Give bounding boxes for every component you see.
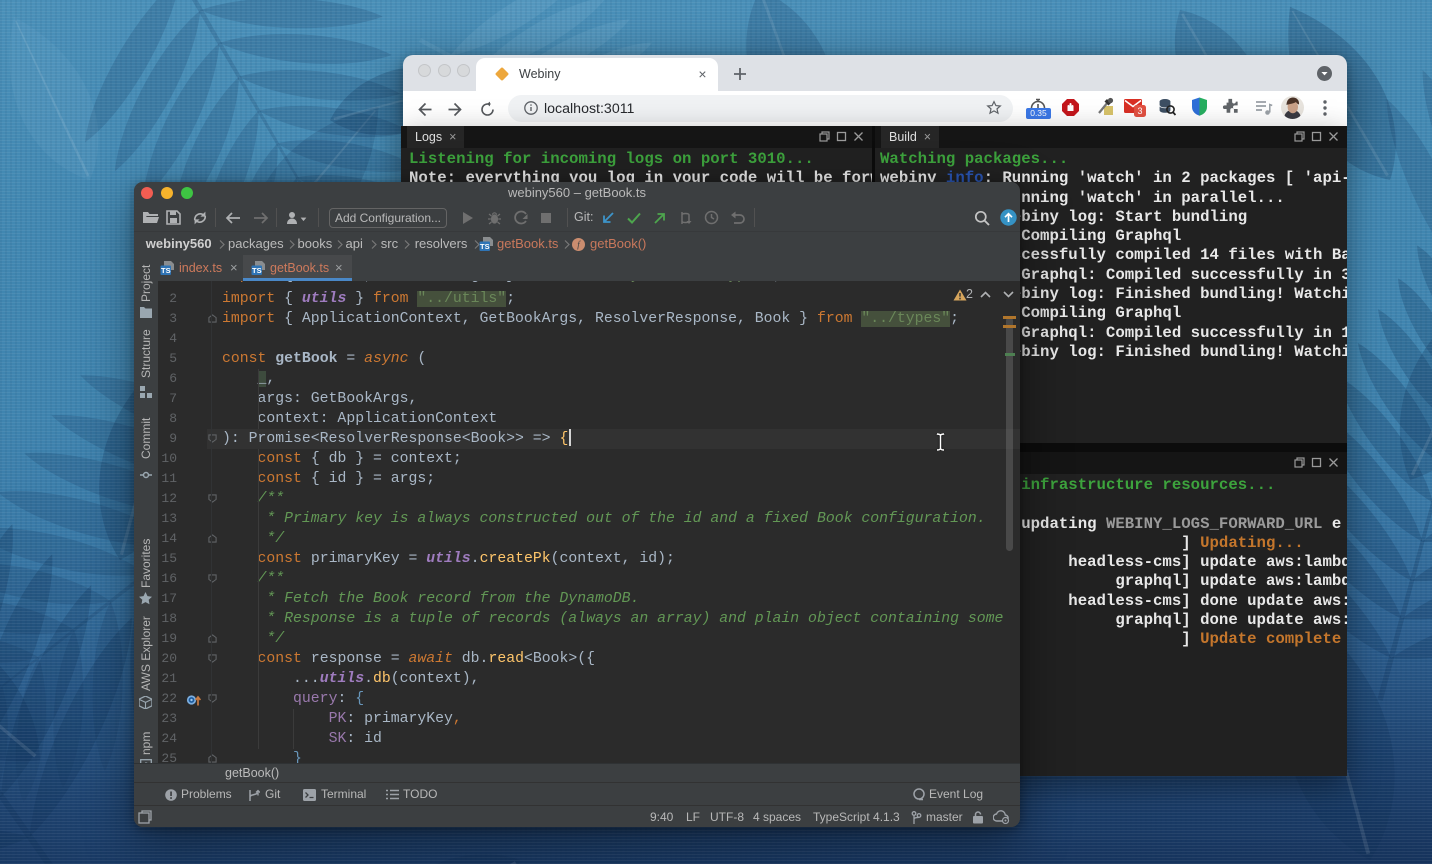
- svg-text:TS: TS: [252, 266, 262, 275]
- svg-text:TS: TS: [161, 266, 171, 275]
- svg-text:TS: TS: [480, 242, 490, 251]
